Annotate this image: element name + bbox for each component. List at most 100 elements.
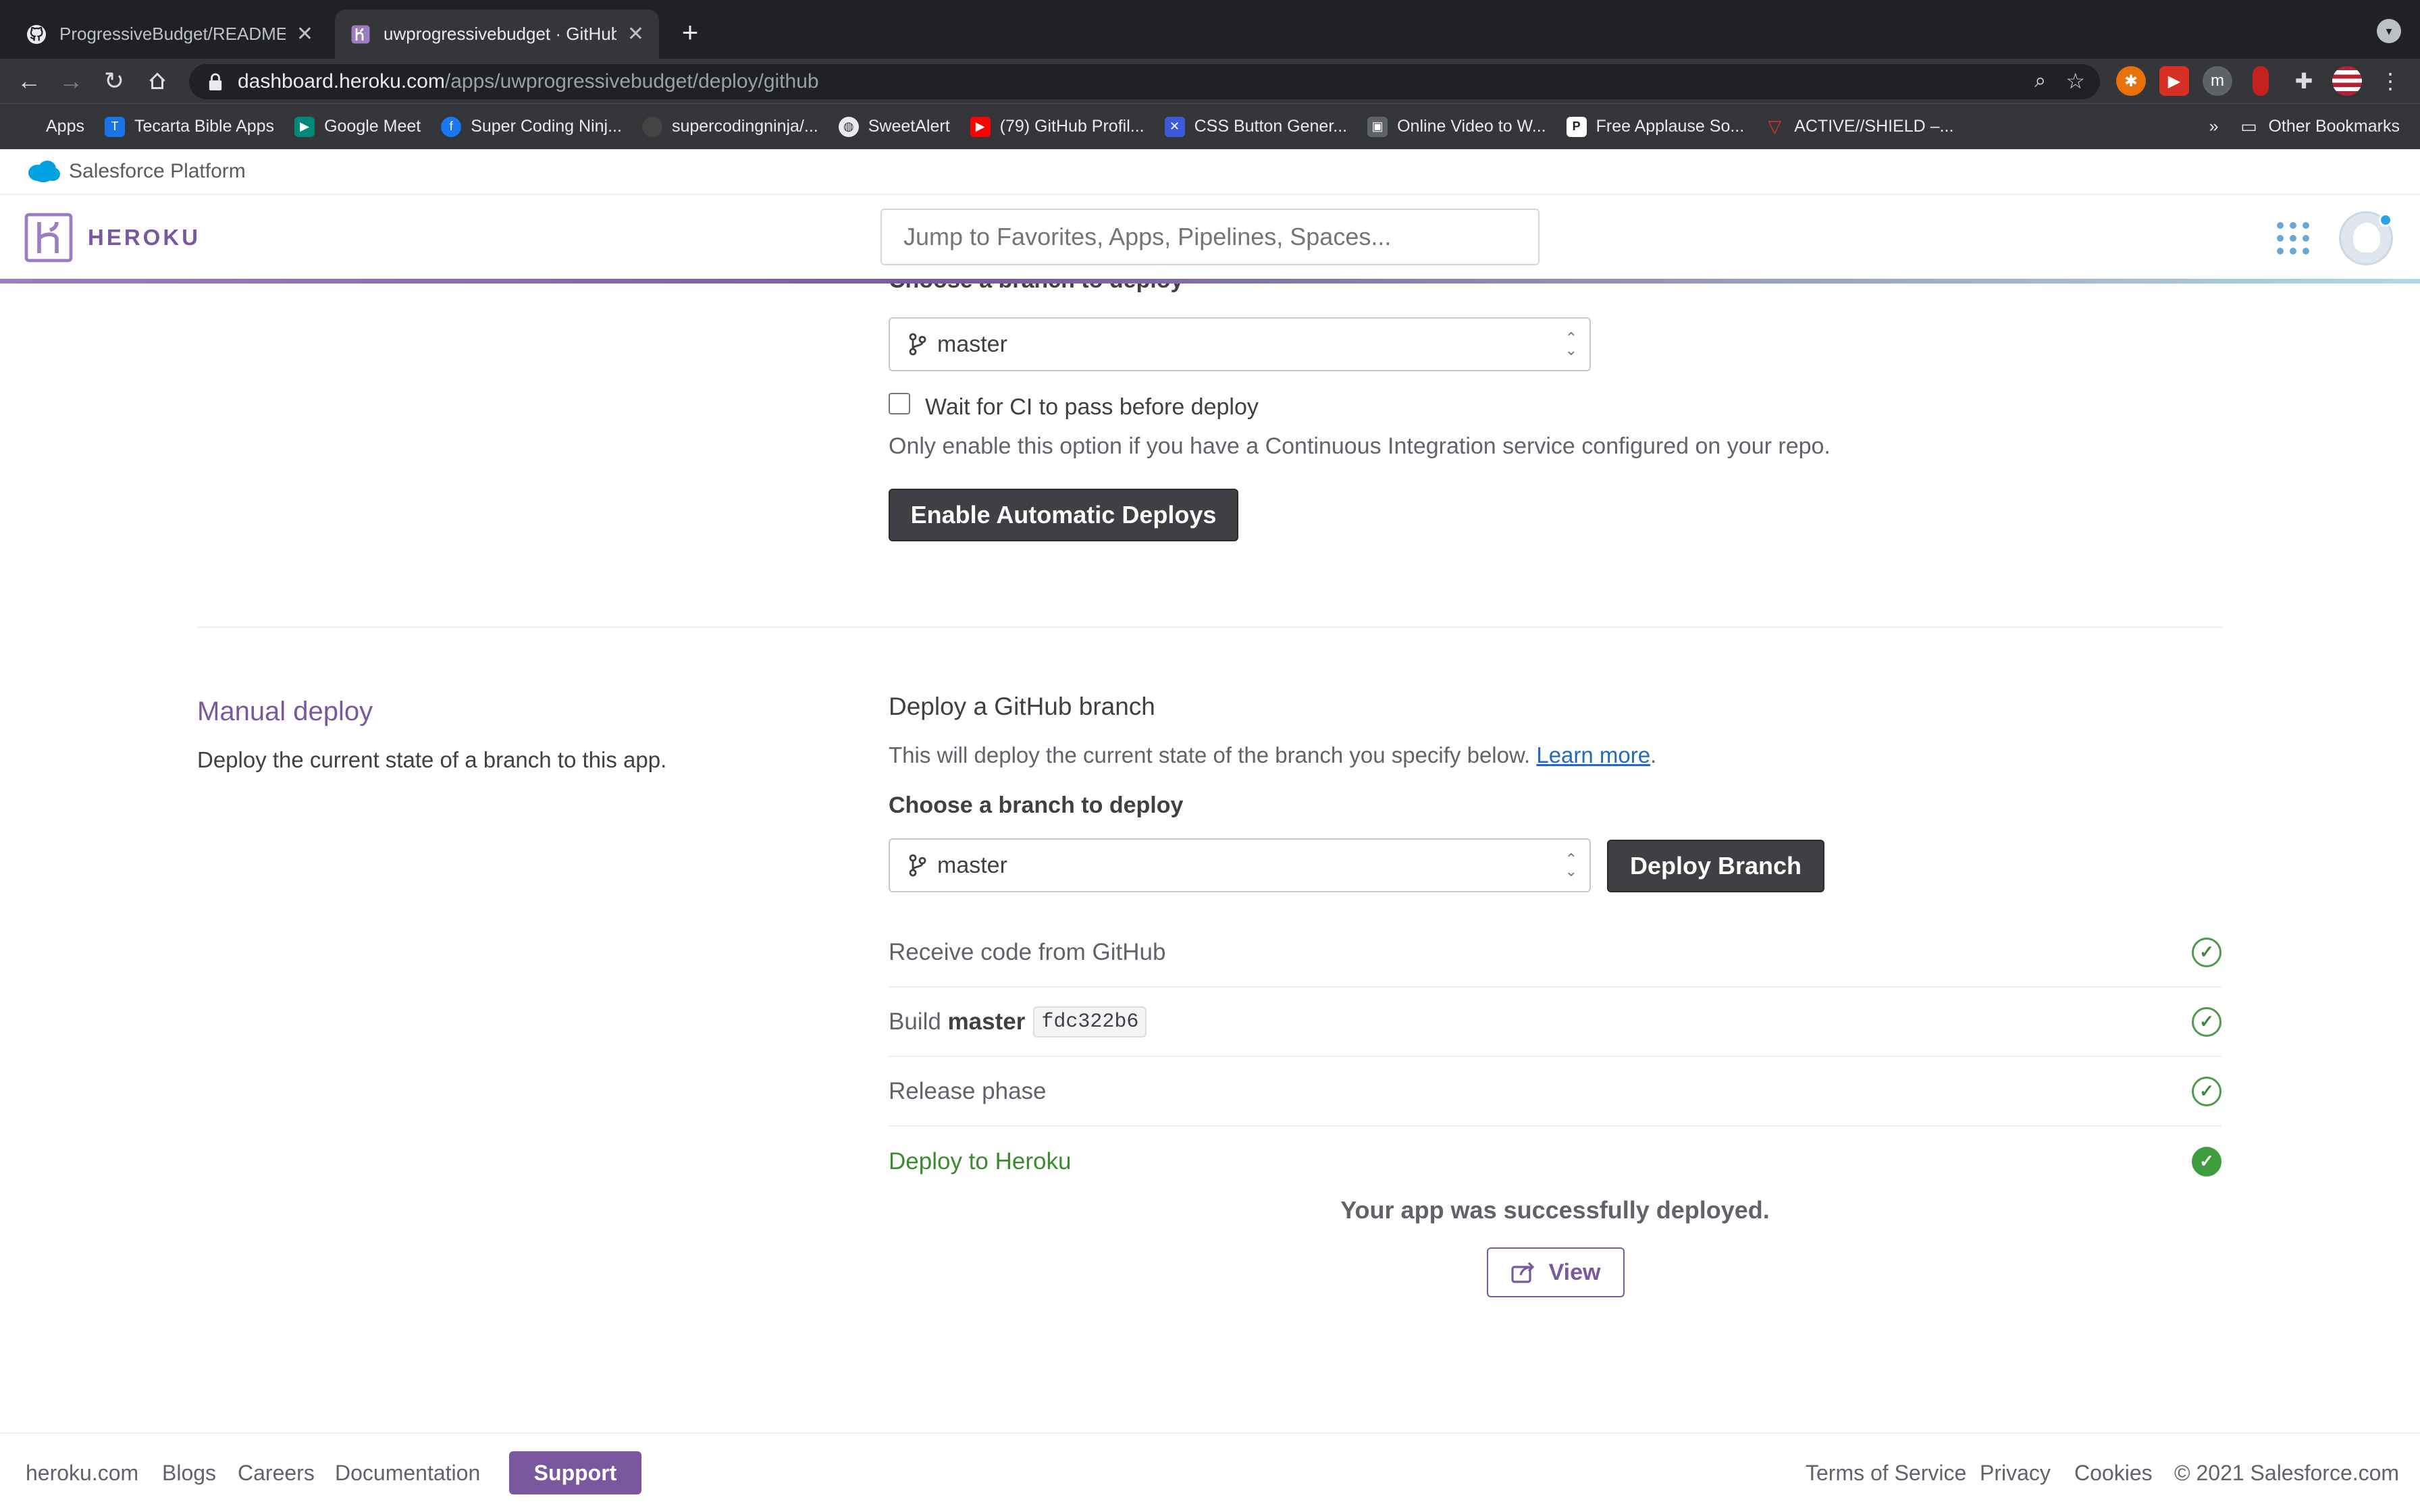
folder-icon: ▭ bbox=[2240, 116, 2257, 136]
css-tool-icon: ✕ bbox=[1164, 116, 1185, 137]
close-tab-icon[interactable]: ✕ bbox=[296, 22, 313, 46]
lock-icon bbox=[208, 73, 223, 90]
view-app-button[interactable]: View bbox=[1487, 1247, 1625, 1297]
forward-icon[interactable]: → bbox=[55, 65, 86, 97]
profile-flag-icon[interactable] bbox=[2332, 66, 2362, 96]
github-icon bbox=[26, 24, 47, 45]
deploy-branch-button[interactable]: Deploy Branch bbox=[1607, 840, 1824, 892]
bookmark-github-ninja[interactable]: supercodingninja/... bbox=[641, 116, 818, 137]
avatar-icon bbox=[2353, 223, 2380, 252]
red-extension-icon[interactable] bbox=[2253, 66, 2269, 96]
support-button[interactable]: Support bbox=[509, 1451, 641, 1494]
footer-link-careers[interactable]: Careers bbox=[238, 1461, 315, 1486]
tab-github-deploy[interactable]: uwprogressivebudget · GitHub ✕ bbox=[335, 9, 659, 59]
step-build: Build master fdc322b6 ✓ bbox=[889, 988, 2221, 1057]
footer-copyright: © 2021 Salesforce.com bbox=[2174, 1461, 2400, 1485]
bookmark-tecarta[interactable]: T Tecarta Bible Apps bbox=[104, 116, 274, 137]
tab-title: uwprogressivebudget · GitHub bbox=[384, 24, 616, 44]
learn-more-link[interactable]: Learn more bbox=[1536, 742, 1650, 767]
manual-deploy-help: This will deploy the current state of th… bbox=[889, 742, 1657, 767]
check-circle-filled-icon: ✓ bbox=[2192, 1146, 2221, 1177]
youtube-icon: ▶ bbox=[970, 116, 991, 137]
sound-icon: P bbox=[1566, 116, 1587, 137]
auto-branch-select[interactable]: master ⌃ ⌄ bbox=[889, 317, 1591, 371]
salesforce-platform-label: Salesforce Platform bbox=[69, 160, 246, 182]
heroku-logo-icon bbox=[24, 213, 73, 263]
apps-grid-icon bbox=[20, 119, 36, 135]
footer-link-privacy[interactable]: Privacy bbox=[1980, 1461, 2051, 1486]
other-bookmarks[interactable]: ▭ Other Bookmarks bbox=[2238, 116, 2400, 137]
footer-link-heroku[interactable]: heroku.com bbox=[26, 1461, 138, 1486]
footer-link-blogs[interactable]: Blogs bbox=[162, 1461, 216, 1486]
select-chevron-icon: ⌃ ⌄ bbox=[1564, 329, 1577, 358]
bookmark-css-button[interactable]: ✕ CSS Button Gener... bbox=[1164, 116, 1347, 137]
apps-grid-icon[interactable] bbox=[2277, 222, 2309, 254]
home-icon[interactable] bbox=[142, 65, 173, 97]
extension-icon[interactable]: ✱ bbox=[2116, 66, 2146, 96]
manual-branch-select[interactable]: master ⌃ ⌄ bbox=[889, 838, 1591, 892]
bookmark-active-shield[interactable]: ▽ ACTIVE//SHIELD –... bbox=[1764, 116, 1953, 137]
close-tab-icon[interactable]: ✕ bbox=[627, 22, 644, 46]
puzzle-extensions-icon[interactable]: ✚ bbox=[2289, 66, 2319, 96]
notification-dot bbox=[2379, 213, 2392, 227]
user-avatar[interactable] bbox=[2339, 211, 2393, 265]
bookmarks-overflow[interactable]: » bbox=[2209, 117, 2219, 136]
bookmark-applause[interactable]: P Free Applause So... bbox=[1566, 116, 1744, 137]
manual-deploy-title: Manual deploy bbox=[197, 697, 373, 726]
facebook-icon: f bbox=[441, 116, 462, 137]
deploy-github-branch-heading: Deploy a GitHub branch bbox=[889, 693, 1155, 720]
new-tab-button[interactable]: + bbox=[675, 15, 705, 50]
auto-choose-branch-label: Choose a branch to deploy bbox=[889, 284, 1183, 294]
bookmark-youtube[interactable]: ▶ (79) GitHub Profil... bbox=[970, 116, 1145, 137]
section-divider bbox=[197, 626, 2223, 628]
url-path: /apps/uwprogressivebudget/deploy/github bbox=[444, 70, 819, 92]
browser-tab-bar: ProgressiveBudget/README.md ✕ uwprogress… bbox=[0, 0, 2420, 59]
commit-hash: fdc322b6 bbox=[1033, 1006, 1147, 1037]
tab-title: ProgressiveBudget/README.md bbox=[59, 24, 286, 44]
url-host: dashboard.heroku.com bbox=[238, 70, 445, 92]
video-extension-icon[interactable]: ▶ bbox=[2159, 66, 2189, 96]
reload-icon[interactable]: ↻ bbox=[99, 65, 130, 97]
menu-kebab-icon[interactable]: ⋮ bbox=[2375, 66, 2405, 96]
wait-for-ci-label: Wait for CI to pass before deploy bbox=[925, 394, 1259, 420]
meet-icon: ▶ bbox=[294, 116, 315, 137]
m-extension-icon[interactable]: m bbox=[2203, 66, 2232, 96]
tab-search-icon[interactable]: ▾ bbox=[2377, 19, 2401, 43]
heroku-icon bbox=[350, 24, 371, 45]
address-bar[interactable]: dashboard.heroku.com/apps/uwprogressiveb… bbox=[189, 64, 2100, 99]
step-receive-code: Receive code from GitHub ✓ bbox=[889, 918, 2221, 988]
zoom-icon[interactable]: ⌕ bbox=[2034, 70, 2046, 92]
video-icon: ▣ bbox=[1367, 116, 1388, 137]
footer-link-cookies[interactable]: Cookies bbox=[2074, 1461, 2153, 1486]
footer: heroku.com Blogs Careers Documentation S… bbox=[0, 1432, 2420, 1512]
heroku-wordmark: HEROKU bbox=[88, 225, 201, 250]
deploy-content: Choose a branch to deploy master ⌃⌄ Wait… bbox=[0, 284, 2420, 1432]
manual-branch-value: master bbox=[937, 852, 1007, 878]
check-circle-icon: ✓ bbox=[2192, 1076, 2221, 1106]
check-circle-icon: ✓ bbox=[2192, 937, 2221, 967]
select-chevron-icon: ⌃ ⌄ bbox=[1564, 850, 1577, 880]
tab-readme[interactable]: ProgressiveBudget/README.md ✕ bbox=[11, 9, 328, 59]
jump-search-input[interactable] bbox=[880, 209, 1540, 265]
step-deploy-to-heroku: Deploy to Heroku ✓ bbox=[889, 1127, 2221, 1196]
bookmark-google-meet[interactable]: ▶ Google Meet bbox=[294, 116, 421, 137]
back-icon[interactable]: ← bbox=[14, 65, 45, 97]
step-release-phase: Release phase ✓ bbox=[889, 1057, 2221, 1127]
manual-choose-branch-label: Choose a branch to deploy bbox=[889, 792, 1184, 818]
bookmark-sweetalert[interactable]: ◍ SweetAlert bbox=[838, 116, 950, 137]
wait-for-ci-checkbox[interactable] bbox=[889, 393, 910, 414]
bookmark-video-converter[interactable]: ▣ Online Video to W... bbox=[1367, 116, 1546, 137]
github-icon bbox=[641, 116, 662, 137]
bookmark-star-icon[interactable]: ☆ bbox=[2066, 68, 2085, 94]
footer-link-terms[interactable]: Terms of Service bbox=[1806, 1461, 1966, 1486]
enable-automatic-deploys-button[interactable]: Enable Automatic Deploys bbox=[889, 489, 1238, 541]
salesforce-cloud-icon bbox=[27, 160, 61, 183]
bookmarks-bar: Apps T Tecarta Bible Apps ▶ Google Meet fS… bbox=[0, 103, 2420, 149]
footer-link-documentation[interactable]: Documentation bbox=[335, 1461, 480, 1486]
heroku-logo[interactable]: HEROKU bbox=[24, 213, 201, 263]
deploy-success-message: Your app was successfully deployed. bbox=[1340, 1196, 1770, 1224]
bookmark-super-coding[interactable]: f Super Coding Ninj... bbox=[441, 116, 622, 137]
build-branch: master bbox=[947, 1008, 1026, 1035]
bookmark-apps[interactable]: Apps bbox=[20, 117, 84, 136]
check-circle-icon: ✓ bbox=[2192, 1006, 2221, 1037]
